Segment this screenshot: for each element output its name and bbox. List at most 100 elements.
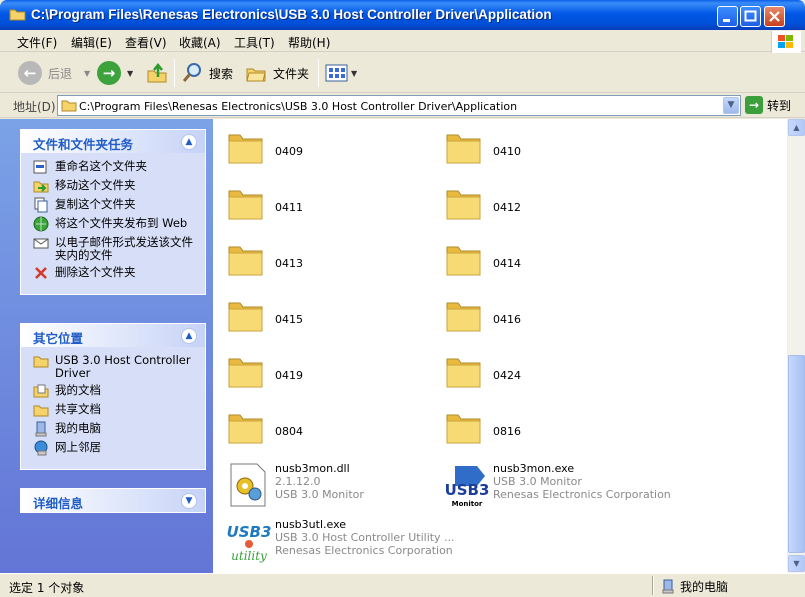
folder-name: 0411	[275, 201, 303, 214]
folder-icon	[445, 409, 483, 445]
file-item[interactable]: USB3 Monitor nusb3mon.exe USB 3.0 Monitor Re…	[431, 462, 671, 514]
maximize-button[interactable]	[740, 6, 761, 27]
explorer-window: C:\Program Files\Renesas Electronics\USB…	[0, 0, 805, 597]
chevron-up-icon[interactable]: ▲	[181, 134, 197, 150]
folder-icon	[227, 353, 265, 389]
folder-item[interactable]: 0804	[213, 401, 413, 451]
folder-name: 0415	[275, 313, 303, 326]
folder-item[interactable]: 0416	[431, 289, 631, 339]
folder-name: 0424	[493, 369, 521, 382]
menu-tools[interactable]: 工具(T)	[234, 34, 275, 51]
vertical-scrollbar[interactable]: ▲ ▼	[787, 119, 805, 573]
toolbar: ← 后退 ▼ → ▼ 搜索 文件夹 ▼	[0, 53, 805, 93]
svg-text:USB3: USB3	[227, 523, 271, 541]
folder-item[interactable]: 0411	[213, 177, 413, 227]
folder-item[interactable]: 0413	[213, 233, 413, 283]
scroll-down-button[interactable]: ▼	[788, 555, 805, 572]
folder-item[interactable]: 0410	[431, 121, 631, 171]
place-my-documents[interactable]: 我的文档	[33, 384, 199, 399]
back-button[interactable]: ← 后退 ▼	[18, 57, 90, 89]
shared-documents-icon	[33, 405, 49, 417]
folder-icon	[227, 241, 265, 277]
task-publish-web[interactable]: 将这个文件夹发布到 Web	[33, 216, 199, 232]
folder-item[interactable]: 0409	[213, 121, 413, 171]
folders-icon	[246, 68, 266, 82]
back-arrow-icon: ←	[18, 61, 42, 85]
title-bar[interactable]: C:\Program Files\Renesas Electronics\USB…	[0, 0, 805, 30]
panel-header[interactable]: 文件和文件夹任务 ▲	[21, 130, 205, 153]
folder-icon	[445, 241, 483, 277]
folder-name: 0410	[493, 145, 521, 158]
forward-dropdown-icon[interactable]: ▼	[127, 69, 133, 78]
back-dropdown-icon[interactable]: ▼	[84, 69, 90, 78]
chevron-up-icon[interactable]: ▲	[181, 328, 197, 344]
menu-help[interactable]: 帮助(H)	[288, 34, 330, 51]
task-rename[interactable]: 重命名这个文件夹	[33, 160, 199, 175]
place-network[interactable]: 网上邻居	[33, 440, 199, 456]
toolbar-separator	[174, 59, 175, 87]
close-button[interactable]	[764, 6, 785, 27]
other-places-panel: 其它位置 ▲ USB 3.0 Host Controller Driver 我的…	[20, 323, 206, 470]
folder-item[interactable]: 0412	[431, 177, 631, 227]
status-bar: 选定 1 个对象 我的电脑	[0, 573, 805, 597]
address-input[interactable]: C:\Program Files\Renesas Electronics\USB…	[57, 95, 741, 116]
status-selection: 选定 1 个对象	[9, 581, 85, 595]
menu-edit[interactable]: 编辑(E)	[71, 34, 112, 51]
menu-view[interactable]: 查看(V)	[125, 34, 167, 51]
folder-item[interactable]: 0414	[431, 233, 631, 283]
folder-icon	[227, 185, 265, 221]
file-list: 0409 0410 0411 0412 0413 0414 0415 0416 0419 0424…	[213, 119, 787, 573]
folder-item[interactable]: 0816	[431, 401, 631, 451]
folder-icon	[61, 100, 77, 112]
search-button[interactable]: 搜索	[181, 57, 233, 89]
task-delete[interactable]: 删除这个文件夹	[33, 266, 199, 281]
views-icon	[325, 64, 348, 82]
file-name: nusb3mon.dll	[275, 462, 350, 475]
usb3-utility-icon: USB3 utility	[227, 518, 272, 564]
task-email[interactable]: 以电子邮件形式发送该文件夹内的文件	[33, 236, 199, 262]
place-my-computer[interactable]: 我的电脑	[33, 421, 199, 437]
windows-logo	[771, 31, 801, 53]
file-item[interactable]: USB3 utility nusb3utl.exe USB 3.0 Host Cont…	[213, 518, 455, 570]
folder-icon	[9, 9, 26, 21]
publish-web-icon	[33, 216, 49, 232]
panel-header[interactable]: 其它位置 ▲	[21, 324, 205, 347]
folder-name: 0804	[275, 425, 303, 438]
chevron-down-icon[interactable]: ▼	[181, 493, 197, 509]
my-computer-icon	[662, 579, 674, 593]
minimize-button[interactable]	[717, 6, 738, 27]
usb3-monitor-icon: USB3 Monitor	[445, 462, 489, 508]
panel-header[interactable]: 详细信息 ▼	[21, 489, 205, 512]
place-usb3-driver[interactable]: USB 3.0 Host Controller Driver	[33, 354, 199, 380]
folders-label: 文件夹	[273, 66, 310, 81]
go-button[interactable]: → 转到	[745, 96, 791, 114]
menu-bar: 文件(F) 编辑(E) 查看(V) 收藏(A) 工具(T) 帮助(H)	[0, 30, 805, 52]
folder-name: 0409	[275, 145, 303, 158]
folder-icon	[445, 297, 483, 333]
forward-button[interactable]: → ▼	[97, 57, 133, 89]
search-icon	[182, 63, 201, 82]
menu-file[interactable]: 文件(F)	[17, 34, 57, 51]
delete-icon	[35, 267, 47, 279]
folder-icon	[445, 129, 483, 165]
file-folder-tasks-panel: 文件和文件夹任务 ▲ 重命名这个文件夹 移动这个文件夹 复制这个文件夹 将这个文…	[20, 129, 206, 295]
folders-button[interactable]: 文件夹	[245, 57, 309, 89]
up-folder-button[interactable]	[146, 57, 168, 89]
menu-favorites[interactable]: 收藏(A)	[179, 34, 221, 51]
folder-name: 0416	[493, 313, 521, 326]
scroll-thumb[interactable]	[788, 355, 805, 553]
place-shared-documents[interactable]: 共享文档	[33, 403, 199, 418]
folder-item[interactable]: 0424	[431, 345, 631, 395]
views-button[interactable]: ▼	[325, 57, 357, 89]
task-move[interactable]: 移动这个文件夹	[33, 179, 199, 194]
folder-item[interactable]: 0415	[213, 289, 413, 339]
panel-title: 其它位置	[33, 331, 84, 346]
scroll-up-button[interactable]: ▲	[788, 119, 805, 136]
address-dropdown-button[interactable]: ▼	[723, 97, 739, 114]
details-panel: 详细信息 ▼	[20, 488, 206, 513]
file-description: USB 3.0 Monitor	[493, 475, 582, 488]
task-copy[interactable]: 复制这个文件夹	[33, 197, 199, 213]
folder-item[interactable]: 0419	[213, 345, 413, 395]
file-item[interactable]: nusb3mon.dll 2.1.12.0 USB 3.0 Monitor	[213, 462, 433, 514]
rename-icon	[33, 160, 47, 174]
